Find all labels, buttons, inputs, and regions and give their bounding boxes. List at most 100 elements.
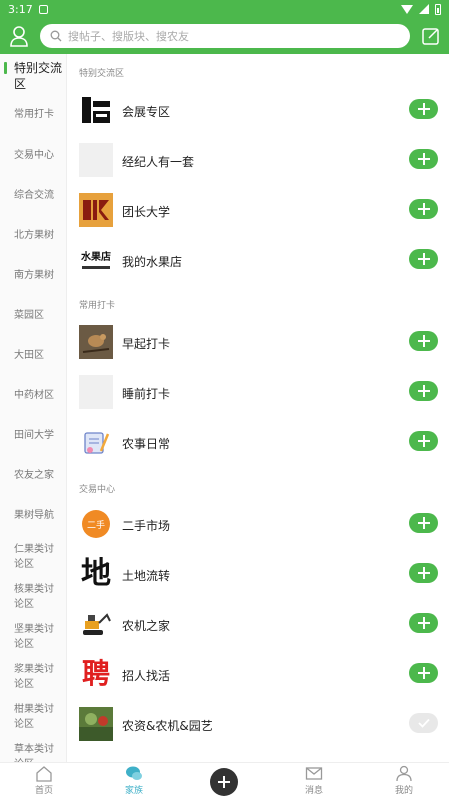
list-item[interactable]: 地 土地流转: [67, 552, 449, 602]
exhibition-logo-icon: [79, 93, 113, 127]
sidebar-item-south-fruit[interactable]: 南方果树: [0, 268, 66, 283]
sidebar-item-field[interactable]: 大田区: [0, 348, 66, 363]
notebook-icon: [79, 425, 113, 459]
plus-icon: [417, 385, 430, 397]
sidebar-item-vegetable[interactable]: 菜园区: [0, 308, 66, 323]
list-item[interactable]: 团长大学: [67, 188, 449, 238]
join-button[interactable]: [409, 431, 438, 451]
top-bar: 3:17: [0, 0, 449, 54]
sidebar-item-nut[interactable]: 坚果类讨论区: [0, 622, 58, 652]
fruit-shop-logo-icon: 水果店: [79, 243, 113, 277]
join-button[interactable]: [409, 199, 438, 219]
land-character-icon: 地: [81, 557, 111, 591]
join-button[interactable]: [409, 99, 438, 119]
sidebar-item-herb[interactable]: 中药材区: [0, 388, 66, 403]
excavator-icon: [79, 607, 113, 641]
list-item[interactable]: 会展专区: [67, 88, 449, 138]
signal-icon: [419, 4, 429, 14]
list-item[interactable]: 农机之家: [67, 602, 449, 652]
tab-label: 家族: [124, 786, 143, 796]
search-icon: [50, 30, 62, 42]
sidebar-item-berry[interactable]: 浆果类讨论区: [0, 662, 58, 692]
join-button[interactable]: [409, 331, 438, 351]
join-button[interactable]: [409, 513, 438, 533]
sidebar-item-special[interactable]: 特别交流区: [0, 60, 66, 92]
row-label: 农机之家: [122, 619, 171, 633]
list-item[interactable]: 水果店 我的水果店: [67, 238, 449, 288]
list-item[interactable]: 农事日常: [67, 420, 449, 470]
wifi-icon: [401, 4, 413, 14]
plus-icon: [417, 567, 430, 579]
sidebar-item-drupe[interactable]: 核果类讨论区: [0, 582, 58, 612]
sidebar-item-general[interactable]: 综合交流: [0, 188, 66, 203]
search-bar[interactable]: [40, 24, 410, 48]
join-button[interactable]: [409, 563, 438, 583]
plus-icon: [417, 617, 430, 629]
notification-icon: [38, 4, 48, 14]
user-profile-icon[interactable]: [9, 25, 29, 47]
row-label: 早起打卡: [122, 337, 171, 351]
status-bar: 3:17: [0, 0, 449, 18]
row-label: 土地流转: [122, 569, 171, 583]
joined-button[interactable]: [409, 713, 438, 733]
tab-mine[interactable]: 我的: [374, 765, 434, 796]
chat-bubble-icon: [126, 766, 142, 780]
join-button[interactable]: [409, 249, 438, 269]
section-title-checkin: 常用打卡: [79, 301, 116, 311]
app-root: 3:17 搜帖子、搜版块、搜农友 特别交流区 常用打卡 交易中心 综合交流 北方…: [0, 0, 449, 800]
list-item[interactable]: 农资&农机&园艺: [67, 702, 449, 752]
section-title-special: 特别交流区: [79, 69, 125, 79]
plus-icon: [417, 103, 430, 115]
plus-icon: [417, 667, 430, 679]
sidebar-item-field-univ[interactable]: 田间大学: [0, 428, 66, 443]
plus-icon: [417, 335, 430, 347]
list-item[interactable]: 二手 二手市场: [67, 502, 449, 552]
plus-icon: [218, 776, 230, 788]
list-item[interactable]: 经纪人有一套: [67, 138, 449, 188]
list-item[interactable]: 早起打卡: [67, 320, 449, 370]
row-label: 农资&农机&园艺: [122, 719, 213, 733]
list-item[interactable]: 睡前打卡: [67, 370, 449, 420]
join-button[interactable]: [409, 663, 438, 683]
plus-icon: [417, 435, 430, 447]
plus-icon: [417, 517, 430, 529]
row-label: 农事日常: [122, 437, 171, 451]
sidebar-item-farmers-home[interactable]: 农友之家: [0, 468, 66, 483]
join-button[interactable]: [409, 149, 438, 169]
check-icon: [417, 718, 430, 728]
search-input[interactable]: [68, 29, 388, 43]
forum-list: 特别交流区 会展专区 经纪人有一套 团长大学 水果店 我的水果店 常用打卡 早起…: [67, 54, 449, 762]
secondhand-logo-icon: 二手: [79, 507, 113, 541]
create-post-button[interactable]: [210, 768, 238, 796]
sidebar-item-fruit-nav[interactable]: 果树导航: [0, 508, 66, 523]
row-label: 招人找活: [122, 669, 171, 683]
tab-messages[interactable]: 消息: [284, 765, 344, 796]
sidebar-item-pome[interactable]: 仁果类讨论区: [0, 542, 58, 572]
join-button[interactable]: [409, 613, 438, 633]
sidebar-item-checkin[interactable]: 常用打卡: [0, 107, 66, 122]
sidebar-item-citrus[interactable]: 柑果类讨论区: [0, 702, 58, 732]
tab-home[interactable]: 首页: [14, 765, 74, 796]
row-label: 会展专区: [122, 105, 171, 119]
garden-photo-icon: [79, 707, 113, 741]
join-button[interactable]: [409, 381, 438, 401]
tab-label: 首页: [34, 786, 53, 796]
list-item[interactable]: 聘 招人找活: [67, 652, 449, 702]
section-title-trade: 交易中心: [79, 485, 116, 495]
battery-icon: [435, 3, 441, 15]
blank-placeholder-icon: [79, 375, 113, 409]
mail-icon: [305, 767, 323, 780]
sidebar-item-trade[interactable]: 交易中心: [0, 148, 66, 163]
sidebar-item-herbaceous[interactable]: 草本类讨论区: [0, 742, 58, 762]
tab-family[interactable]: 家族: [104, 765, 164, 796]
tab-label: 消息: [304, 786, 323, 796]
edit-post-icon[interactable]: [421, 25, 441, 47]
sidebar-item-north-fruit[interactable]: 北方果树: [0, 228, 66, 243]
row-label: 团长大学: [122, 205, 171, 219]
plus-icon: [417, 203, 430, 215]
row-label: 睡前打卡: [122, 387, 171, 401]
bird-photo-icon: [79, 325, 113, 359]
row-label: 二手市场: [122, 519, 171, 533]
row-label: 我的水果店: [122, 255, 183, 269]
blank-placeholder-icon: [79, 143, 113, 177]
